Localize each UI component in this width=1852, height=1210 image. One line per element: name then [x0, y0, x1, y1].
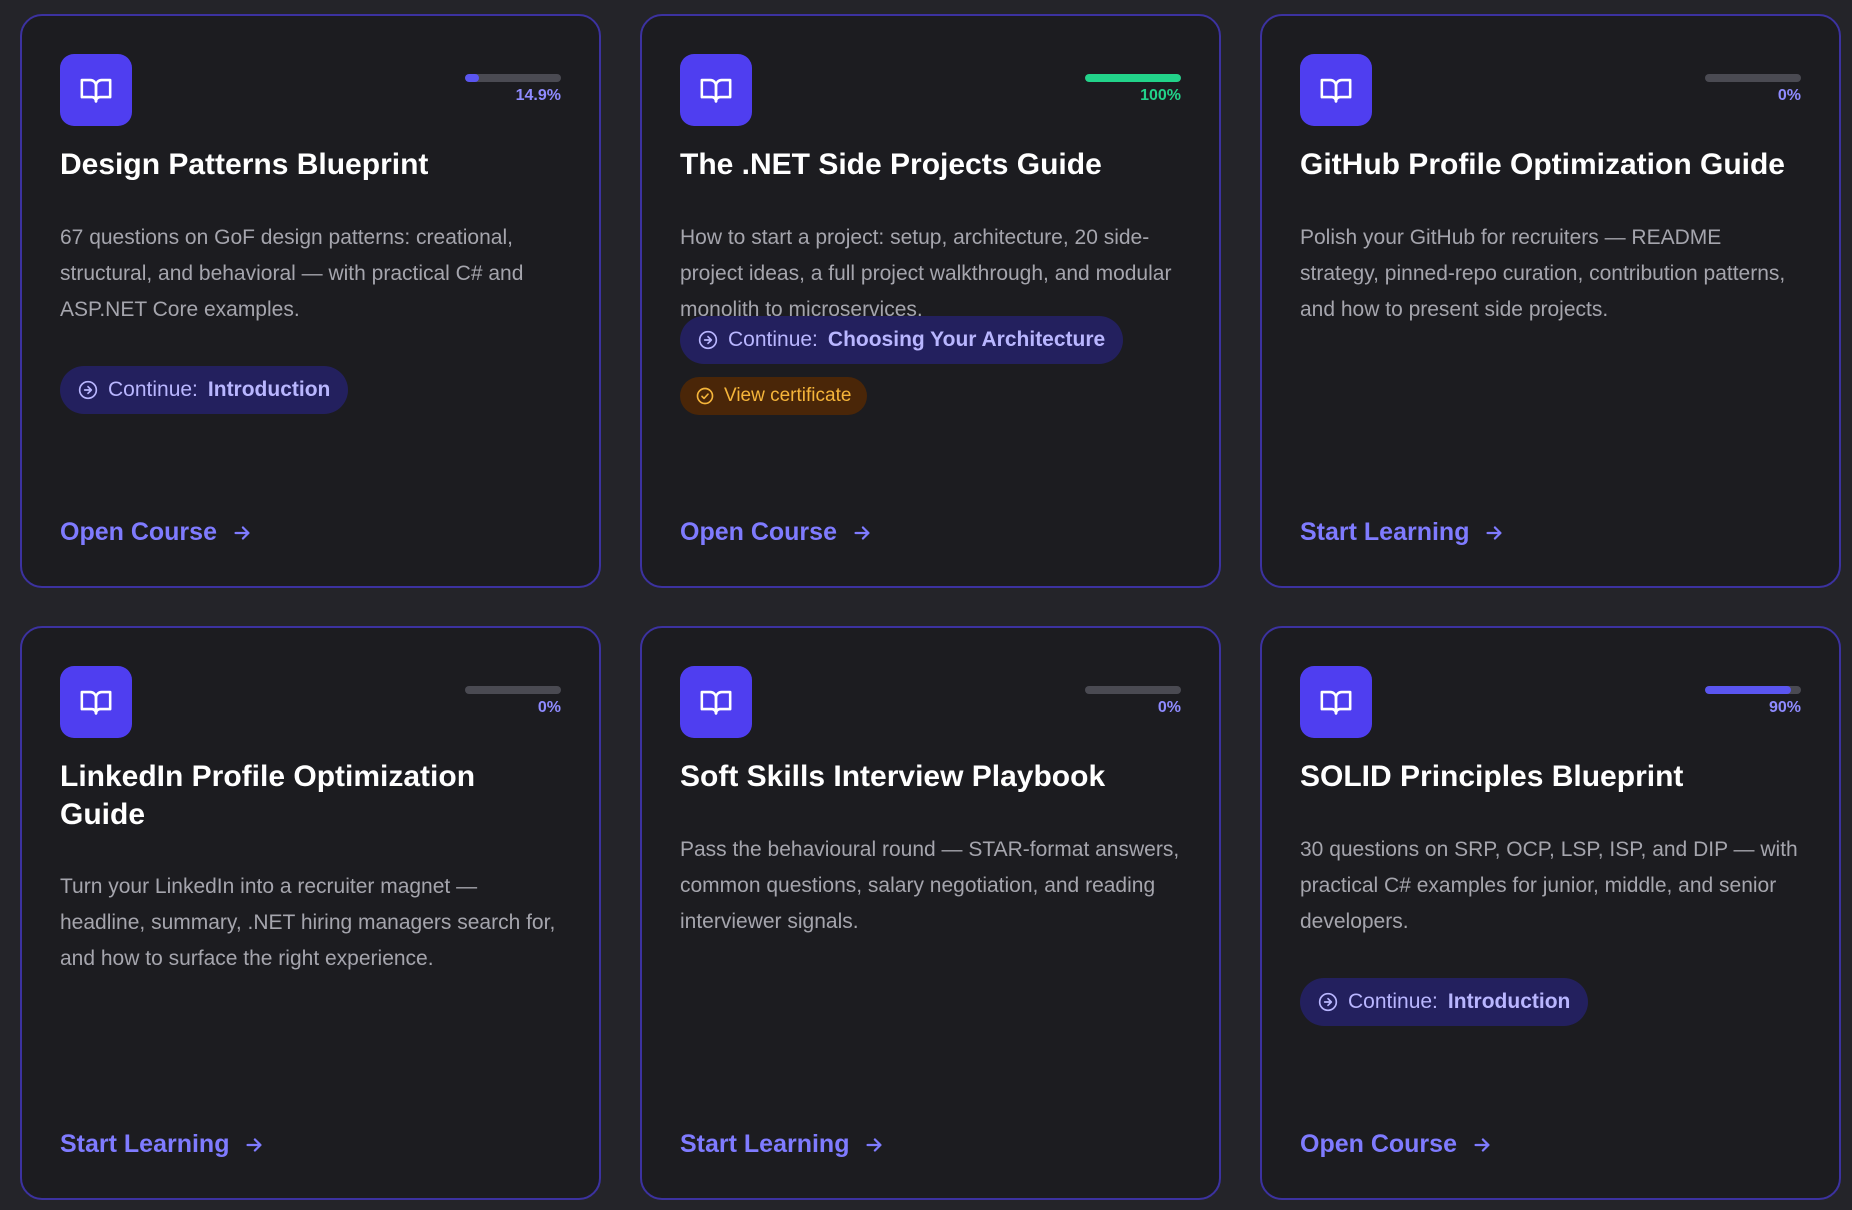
progress-indicator: 14.9% — [465, 74, 561, 105]
open-course-link[interactable]: Open Course — [60, 518, 253, 547]
progress-indicator: 90% — [1705, 686, 1801, 717]
start-learning-link[interactable]: Start Learning — [1300, 518, 1505, 547]
book-icon — [680, 666, 752, 738]
arrow-right-icon — [1486, 525, 1503, 540]
check-circle-icon — [696, 387, 714, 405]
course-title: SOLID Principles Blueprint — [1300, 760, 1684, 793]
continue-lesson: Introduction — [207, 378, 331, 401]
arrow-right-icon — [234, 525, 250, 540]
progress-bar — [465, 74, 561, 82]
course-description: How to start a project: setup, architect… — [680, 226, 1172, 321]
cta-label: Start Learning — [680, 1130, 850, 1158]
course-card-solid-principles[interactable]: 90% SOLID Principles Blueprint 30 questi… — [1260, 626, 1841, 1200]
progress-bar — [465, 686, 561, 694]
progress-bar — [1085, 74, 1181, 82]
view-certificate-button[interactable]: View certificate — [680, 377, 868, 415]
open-course-link[interactable]: Open Course — [1300, 1130, 1493, 1159]
continue-lesson: Introduction — [1447, 990, 1571, 1013]
cta-label: Open Course — [60, 518, 217, 546]
progress-percent: 90% — [1768, 699, 1801, 716]
course-title: LinkedIn Profile Optimization Guide — [60, 760, 476, 831]
course-card-design-patterns[interactable]: 14.9% Design Patterns Blueprint 67 quest… — [20, 14, 601, 588]
progress-fill — [465, 74, 480, 82]
course-title: The .NET Side Projects Guide — [680, 148, 1102, 181]
course-description: 67 questions on GoF design patterns: cre… — [60, 226, 524, 321]
course-title: Design Patterns Blueprint — [60, 148, 429, 181]
progress-indicator: 100% — [1085, 74, 1181, 105]
arrow-right-icon — [854, 525, 870, 540]
arrow-circle-icon — [698, 330, 718, 350]
course-title: Soft Skills Interview Playbook — [680, 760, 1106, 793]
course-description: Turn your LinkedIn into a recruiter magn… — [60, 875, 556, 970]
progress-indicator: 0% — [1705, 74, 1801, 105]
book-icon — [680, 54, 752, 126]
book-icon — [1300, 666, 1372, 738]
course-description: Pass the behavioural round — STAR-format… — [680, 838, 1180, 933]
progress-percent: 0% — [537, 699, 561, 716]
progress-fill — [1705, 686, 1792, 694]
continue-prefix: Continue: — [1348, 990, 1438, 1013]
progress-percent: 0% — [1157, 699, 1181, 716]
continue-button[interactable]: Continue: Introduction — [1300, 978, 1589, 1026]
course-card-github-profile[interactable]: 0% GitHub Profile Optimization Guide Pol… — [1260, 14, 1841, 588]
progress-percent: 14.9% — [515, 87, 561, 104]
arrow-right-icon — [246, 1137, 263, 1152]
progress-indicator: 0% — [1085, 686, 1181, 717]
progress-percent: 100% — [1140, 87, 1181, 104]
continue-prefix: Continue: — [108, 378, 198, 401]
course-card-dotnet-side-projects[interactable]: 100% The .NET Side Projects Guide How to… — [640, 14, 1221, 588]
start-learning-link[interactable]: Start Learning — [680, 1130, 885, 1159]
progress-percent: 0% — [1777, 87, 1801, 104]
arrow-right-icon — [1474, 1137, 1490, 1152]
arrow-circle-icon — [78, 380, 98, 400]
course-title: GitHub Profile Optimization Guide — [1300, 148, 1785, 181]
cta-label: Open Course — [1300, 1130, 1457, 1158]
course-card-soft-skills[interactable]: 0% Soft Skills Interview Playbook Pass t… — [640, 626, 1221, 1200]
course-description: Polish your GitHub for recruiters — READ… — [1300, 226, 1786, 321]
continue-lesson: Choosing Your Architecture — [827, 328, 1106, 351]
cta-label: Open Course — [680, 518, 837, 546]
continue-button[interactable]: Continue: Choosing Your Architecture — [680, 316, 1124, 364]
course-card-linkedin-profile[interactable]: 0% LinkedIn Profile Optimization Guide T… — [20, 626, 601, 1200]
progress-indicator: 0% — [465, 686, 561, 717]
progress-bar — [1085, 686, 1181, 694]
progress-bar — [1705, 74, 1801, 82]
progress-bar — [1705, 686, 1801, 694]
arrow-circle-icon — [1318, 992, 1338, 1012]
certificate-label: View certificate — [724, 385, 852, 406]
cta-label: Start Learning — [60, 1130, 230, 1158]
book-icon — [1300, 54, 1372, 126]
book-icon — [60, 54, 132, 126]
progress-fill — [1085, 74, 1181, 82]
book-icon — [60, 666, 132, 738]
cta-label: Start Learning — [1300, 518, 1470, 546]
arrow-right-icon — [866, 1137, 883, 1152]
open-course-link[interactable]: Open Course — [680, 518, 873, 547]
course-description: 30 questions on SRP, OCP, LSP, ISP, and … — [1300, 838, 1798, 933]
continue-prefix: Continue: — [728, 328, 818, 351]
continue-button[interactable]: Continue: Introduction — [60, 366, 349, 414]
start-learning-link[interactable]: Start Learning — [60, 1130, 265, 1159]
course-grid: 14.9% Design Patterns Blueprint 67 quest… — [0, 0, 1852, 1210]
